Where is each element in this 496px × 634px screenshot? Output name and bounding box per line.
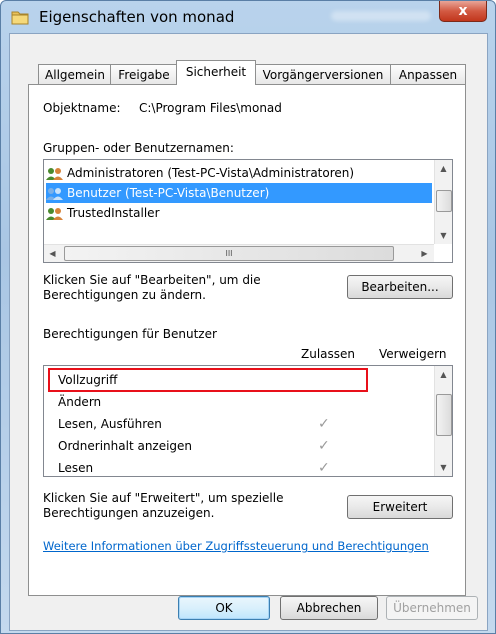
tab-freigabe[interactable]: Freigabe [110,64,178,85]
groups-listbox[interactable]: Administratoren (Test-PC-Vista\Administr… [43,159,453,263]
scroll-thumb[interactable] [436,190,452,212]
permission-label: Lesen, Ausführen [58,417,162,431]
scroll-down-icon[interactable]: ▼ [435,227,452,244]
group-users-icon [46,187,64,201]
tab-label: Freigabe [118,68,170,82]
close-icon: x [458,3,468,19]
table-row: Lesen, Ausführen [58,414,162,434]
security-panel: Objektname: C:\Program Files\monad Grupp… [28,84,466,596]
tab-vorgaengerversionen[interactable]: Vorgängerversionen [254,64,392,85]
folder-icon [11,9,29,25]
deny-column-header: Verweigern [379,347,447,361]
tab-sicherheit[interactable]: Sicherheit [176,60,256,85]
dialog-client: Allgemein Freigabe Sicherheit Vorgängerv… [9,33,488,631]
list-item-selected[interactable]: Benutzer (Test-PC-Vista\Benutzer) [46,183,432,203]
tab-label: Sicherheit [185,65,247,79]
edit-hint: Klicken Sie auf "Bearbeiten", um die [43,273,261,287]
list-item-label: Administratoren (Test-PC-Vista\Administr… [67,166,355,180]
table-row: Lesen [58,458,93,478]
list-item[interactable]: Administratoren (Test-PC-Vista\Administr… [46,163,432,183]
cancel-button[interactable]: Abbrechen [280,596,378,620]
scroll-right-icon[interactable]: ▶ [416,245,433,262]
allow-column-header: Zulassen [301,347,356,361]
permission-label: Ordnerinhalt anzeigen [58,439,193,453]
tab-label: Allgemein [45,68,105,82]
advanced-hint: Klicken Sie auf "Erweitert", um speziell… [43,491,284,505]
scroll-thumb[interactable] [436,394,452,436]
list-item[interactable]: TrustedInstaller [46,203,432,223]
advanced-button[interactable]: Erweitert [347,495,453,519]
permissions-listbox[interactable]: Vollzugriff Ändern Lesen, Ausführen Ordn… [43,365,453,477]
tab-anpassen[interactable]: Anpassen [390,64,466,85]
groups-horizontal-scrollbar[interactable]: ◀ III ▶ [44,244,434,262]
scroll-down-icon[interactable]: ▼ [435,459,452,476]
scroll-grip: III [225,249,233,258]
object-name-value: C:\Program Files\monad [139,101,282,115]
title-bar[interactable]: Eigenschaften von monad x [1,1,495,33]
scroll-up-icon[interactable]: ▲ [435,160,452,177]
scroll-thumb[interactable]: III [64,246,394,261]
advanced-hint-2: Berechtigungen anzuzeigen. [43,506,215,520]
edit-button[interactable]: Bearbeiten... [347,275,453,299]
permission-label: Ändern [58,395,102,409]
info-link[interactable]: Weitere Informationen über Zugriffssteue… [43,539,429,553]
table-row: Ordnerinhalt anzeigen [58,436,192,456]
title-bar-glass [331,11,431,21]
allow-check-icon: ✓ [318,438,330,454]
list-item-label: TrustedInstaller [67,206,160,220]
annotation-highlight-box [48,368,368,392]
properties-window: Eigenschaften von monad x Allgemein Frei… [0,0,496,634]
edit-hint-2: Berechtigungen zu ändern. [43,288,206,302]
permission-label: Lesen [58,461,94,475]
group-users-icon [46,167,64,181]
allow-check-icon: ✓ [318,460,330,476]
permissions-vertical-scrollbar[interactable]: ▲ ▼ [434,366,452,476]
apply-button[interactable]: Übernehmen [386,596,478,620]
groups-vertical-scrollbar[interactable]: ▲ ▼ [434,160,452,244]
scroll-up-icon[interactable]: ▲ [435,366,452,383]
scroll-left-icon[interactable]: ◀ [44,245,61,262]
tab-allgemein[interactable]: Allgemein [38,64,112,85]
tab-label: Anpassen [398,68,458,82]
groups-label: Gruppen- oder Benutzernamen: [43,141,234,155]
permissions-label: Berechtigungen für Benutzer [43,327,217,341]
window-title: Eigenschaften von monad [39,8,235,26]
ok-button[interactable]: OK [178,596,270,620]
object-name-label: Objektname: [43,101,121,115]
group-users-icon [46,207,64,221]
close-button[interactable]: x [439,1,487,22]
allow-check-icon: ✓ [318,416,330,432]
table-row: Ändern [58,392,101,412]
list-item-label: Benutzer (Test-PC-Vista\Benutzer) [67,186,270,200]
tab-label: Vorgängerversionen [262,68,384,82]
